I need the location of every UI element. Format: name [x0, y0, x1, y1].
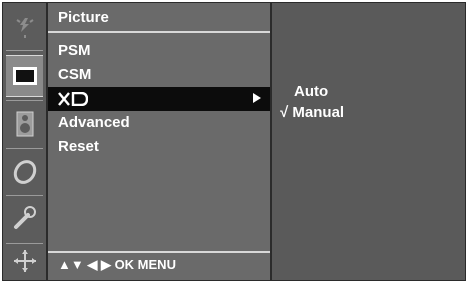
submenu-arrow-icon	[253, 93, 261, 103]
xd-logo-label	[58, 90, 88, 107]
option-label: Manual	[292, 104, 345, 121]
title-divider	[48, 31, 270, 33]
menu-item-reset[interactable]: Reset	[48, 135, 270, 159]
option-label: Auto	[294, 83, 329, 100]
menu-item-psm[interactable]: PSM	[48, 39, 270, 63]
menu-title-bar: Picture	[48, 3, 270, 31]
speaker-icon[interactable]	[6, 104, 43, 144]
xd-logo	[58, 92, 88, 107]
xd-submenu-panel: Auto √ Manual	[271, 2, 466, 281]
check-mark-icon: √	[280, 104, 289, 121]
wrench-icon[interactable]	[6, 198, 43, 238]
osd-menu: Picture PSM CSM Advanced Reset ▲▼ ◀ ▶ OK	[0, 0, 467, 283]
option-auto[interactable]: Auto	[294, 83, 328, 100]
picture-icon[interactable]	[6, 7, 43, 47]
screen-icon[interactable]	[6, 55, 43, 97]
menu-title: Picture	[58, 9, 109, 26]
picture-menu-panel: Picture PSM CSM Advanced Reset ▲▼ ◀ ▶ OK	[47, 2, 271, 281]
clock-icon[interactable]	[6, 152, 43, 192]
option-manual[interactable]: √ Manual	[280, 104, 344, 121]
menu-item-label: Reset	[58, 138, 99, 155]
icon-separator	[6, 50, 43, 51]
navigation-hint: ▲▼ ◀ ▶ OK MENU	[58, 257, 176, 272]
menu-item-advanced[interactable]: Advanced	[48, 111, 270, 135]
icon-separator	[6, 195, 43, 196]
menu-item-xd[interactable]	[48, 87, 270, 111]
category-icon-column	[2, 2, 47, 281]
navigation-icon[interactable]	[6, 244, 43, 278]
menu-item-label: Advanced	[58, 114, 130, 131]
menu-item-label: PSM	[58, 42, 91, 59]
hint-divider	[48, 251, 270, 253]
menu-item-csm[interactable]: CSM	[48, 63, 270, 87]
icon-separator	[6, 148, 43, 149]
icon-separator	[6, 100, 43, 101]
menu-item-label: CSM	[58, 66, 92, 83]
